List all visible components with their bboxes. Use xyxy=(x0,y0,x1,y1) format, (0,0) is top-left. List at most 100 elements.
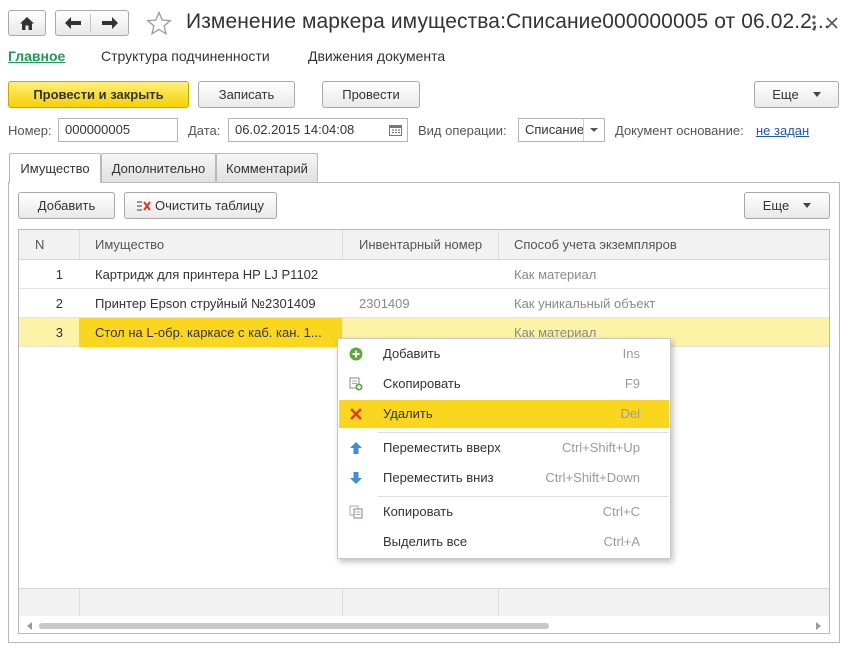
row-number: 3 xyxy=(55,325,63,340)
calendar-icon[interactable] xyxy=(389,124,402,136)
basis-label: Документ основание: xyxy=(615,123,744,138)
menu-item-move-down[interactable]: Переместить вниз Ctrl+Shift+Down xyxy=(339,464,669,492)
delete-icon xyxy=(350,408,362,420)
menu-item-label: Добавить xyxy=(383,346,441,361)
menu-item-label: Переместить вверх xyxy=(383,440,501,455)
row-item[interactable]: Картридж для принтера HP LJ P1102 xyxy=(95,260,340,289)
column-separator xyxy=(79,230,80,260)
column-separator xyxy=(498,589,499,617)
section-main[interactable]: Главное xyxy=(8,48,65,64)
section-structure[interactable]: Структура подчиненности xyxy=(101,48,270,64)
page-title: Изменение маркера имущества:Списание0000… xyxy=(186,10,830,33)
row-item[interactable]: Принтер Epson струйный №2301409 xyxy=(95,289,340,318)
date-value: 06.02.2015 14:04:08 xyxy=(235,122,355,137)
copy-icon xyxy=(349,505,363,519)
menu-item-delete[interactable]: Удалить Del xyxy=(339,400,669,428)
menu-item-shortcut: Ctrl+Shift+Up xyxy=(561,440,640,455)
table-header: N Имущество Инвентарный номер Способ уче… xyxy=(19,230,829,260)
table-more-button[interactable]: Еще xyxy=(744,192,830,219)
menu-item-move-up[interactable]: Переместить вверх Ctrl+Shift+Up xyxy=(339,434,669,462)
table-row[interactable]: 2 Принтер Epson струйный №2301409 230140… xyxy=(19,289,829,318)
menu-item-select-all[interactable]: Выделить все Ctrl+A xyxy=(339,528,669,556)
tab-additional[interactable]: Дополнительно xyxy=(101,153,216,182)
back-button[interactable] xyxy=(56,11,90,35)
chevron-down-icon xyxy=(812,92,821,97)
column-header-inventory[interactable]: Инвентарный номер xyxy=(359,230,482,260)
post-button[interactable]: Провести xyxy=(322,81,420,108)
scroll-left-icon[interactable] xyxy=(27,622,32,630)
horizontal-scrollbar[interactable] xyxy=(19,616,829,633)
number-label: Номер: xyxy=(8,123,52,138)
row-method[interactable]: Как материал xyxy=(514,260,814,289)
scrollbar-thumb[interactable] xyxy=(39,623,549,629)
menu-item-label: Копировать xyxy=(383,504,453,519)
table-more-label: Еще xyxy=(762,198,790,213)
save-button[interactable]: Записать xyxy=(198,81,295,108)
clear-table-button[interactable]: Очистить таблицу xyxy=(124,192,277,219)
tab-comment[interactable]: Комментарий xyxy=(216,153,318,182)
chevron-down-icon xyxy=(590,128,598,132)
row-method[interactable]: Как уникальный объект xyxy=(514,289,814,318)
more-button[interactable]: Еще xyxy=(754,81,839,108)
section-movements[interactable]: Движения документа xyxy=(308,48,445,64)
row-number: 2 xyxy=(55,296,63,311)
row-item-text: Стол на L-обр. каркасе с каб. кан. 1... xyxy=(95,325,322,340)
column-separator xyxy=(498,230,499,260)
column-header-item[interactable]: Имущество xyxy=(95,230,164,260)
menu-separator xyxy=(378,432,668,433)
row-item[interactable]: Стол на L-обр. каркасе с каб. кан. 1... xyxy=(79,318,342,347)
date-field[interactable]: 06.02.2015 14:04:08 xyxy=(228,118,408,142)
post-and-close-button[interactable]: Провести и закрыть xyxy=(8,81,189,108)
menu-item-shortcut: Del xyxy=(620,406,640,421)
menu-item-shortcut: Ctrl+Shift+Down xyxy=(545,470,640,485)
menu-item-shortcut: Ins xyxy=(622,346,640,361)
column-separator xyxy=(79,589,80,617)
dropdown-divider xyxy=(583,119,584,141)
column-separator xyxy=(342,589,343,617)
home-icon xyxy=(20,16,34,30)
more-vertical-icon[interactable] xyxy=(812,15,816,31)
arrow-up-icon xyxy=(350,442,362,454)
add-icon xyxy=(349,347,363,361)
menu-item-label: Переместить вниз xyxy=(383,470,494,485)
menu-item-shortcut: Ctrl+A xyxy=(603,534,640,549)
menu-separator xyxy=(378,496,668,497)
column-header-method[interactable]: Способ учета экземпляров xyxy=(514,230,677,260)
menu-item-copy-row[interactable]: Скопировать F9 xyxy=(339,370,669,398)
home-button[interactable] xyxy=(8,10,46,36)
column-header-n[interactable]: N xyxy=(35,230,44,260)
tab-property[interactable]: Имущество xyxy=(9,153,101,183)
row-number: 1 xyxy=(55,267,63,282)
menu-item-label: Скопировать xyxy=(383,376,461,391)
row-inventory[interactable] xyxy=(359,260,499,289)
menu-item-copy[interactable]: Копировать Ctrl+C xyxy=(339,498,669,526)
clear-table-icon xyxy=(137,200,151,211)
menu-item-label: Удалить xyxy=(383,406,433,421)
forward-button[interactable] xyxy=(91,11,128,35)
operation-value: Списание xyxy=(525,122,585,137)
column-separator xyxy=(342,230,343,260)
more-button-label: Еще xyxy=(772,87,799,102)
add-row-button[interactable]: Добавить xyxy=(18,192,115,219)
menu-item-shortcut: Ctrl+C xyxy=(602,504,640,519)
operation-label: Вид операции: xyxy=(418,123,507,138)
table-footer xyxy=(19,588,829,617)
menu-item-label: Выделить все xyxy=(383,534,468,549)
clear-table-label: Очистить таблицу xyxy=(155,198,264,213)
history-nav xyxy=(55,10,129,36)
table-row[interactable]: 1 Картридж для принтера HP LJ P1102 Как … xyxy=(19,260,829,289)
arrow-left-icon xyxy=(65,17,81,29)
scroll-right-icon[interactable] xyxy=(816,622,821,630)
close-icon[interactable] xyxy=(826,17,838,29)
context-menu: Добавить Ins Скопировать F9 Удалить Del … xyxy=(337,338,671,559)
number-field[interactable]: 000000005 xyxy=(58,118,178,142)
star-favorite-icon[interactable] xyxy=(146,11,172,36)
operation-select[interactable]: Списание xyxy=(518,118,605,142)
row-inventory[interactable]: 2301409 xyxy=(359,289,499,318)
arrow-right-icon xyxy=(101,17,118,29)
menu-item-add[interactable]: Добавить Ins xyxy=(339,340,669,368)
basis-link[interactable]: не задан xyxy=(756,123,809,138)
copy-row-icon xyxy=(349,377,363,391)
menu-item-shortcut: F9 xyxy=(624,376,640,391)
date-label: Дата: xyxy=(188,123,221,138)
